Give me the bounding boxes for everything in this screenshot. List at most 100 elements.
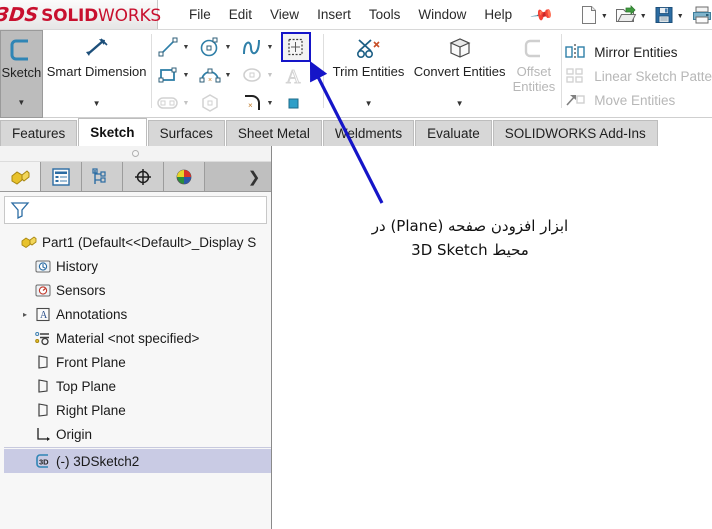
fillet-icon[interactable]: × — [239, 90, 265, 116]
tree-item-right-plane[interactable]: Right Plane — [4, 398, 271, 422]
move-entities-label: Move Entities — [594, 92, 676, 108]
convert-entities-caret[interactable]: ▼ — [456, 99, 464, 108]
material-icon — [32, 330, 53, 346]
3d-sketch-icon: 3D — [32, 453, 53, 469]
spline-icon[interactable] — [239, 34, 265, 60]
property-manager-icon — [52, 167, 70, 186]
sidebar-tab-configuration-manager[interactable] — [82, 162, 123, 191]
menu-window[interactable]: Window — [409, 4, 475, 25]
pin-icon[interactable]: 📌 — [530, 2, 556, 28]
convert-entities-icon — [447, 34, 473, 64]
plane-icon — [288, 38, 304, 56]
tree-item-3dsketch2[interactable]: 3D (-) 3DSketch2 — [4, 449, 271, 473]
open-document-button[interactable]: ▼ — [615, 4, 652, 25]
linear-sketch-pattern-label: Linear Sketch Patte — [594, 68, 712, 84]
new-document-button[interactable]: ▼ — [580, 5, 613, 25]
rectangle-caret[interactable]: ▼ — [182, 72, 189, 79]
point-tool[interactable] — [281, 89, 323, 117]
smart-dimension-caret[interactable]: ▼ — [93, 99, 101, 108]
text-tool: A — [281, 61, 323, 89]
logo-works: WORKS — [98, 5, 161, 26]
spline-tool[interactable]: ▼ — [239, 33, 281, 61]
arc-tool[interactable]: × ▼ — [197, 61, 239, 89]
sidebar-tab-dimxpert-manager[interactable] — [123, 162, 164, 191]
mirror-entities-label: Mirror Entities — [594, 44, 678, 60]
smart-dimension-button[interactable]: Smart Dimension ▼ — [43, 30, 151, 118]
tree-item-annotations-label: Annotations — [56, 306, 128, 322]
tab-evaluate[interactable]: Evaluate — [415, 120, 492, 146]
text-icon: A — [281, 62, 307, 88]
save-icon — [655, 6, 673, 23]
panel-splitter-handle[interactable] — [0, 146, 271, 162]
tree-item-material[interactable]: Material <not specified> — [4, 326, 271, 350]
tab-weldments[interactable]: Weldments — [322, 120, 415, 146]
graphics-area[interactable] — [273, 146, 712, 529]
arc-icon[interactable]: × — [197, 62, 223, 88]
plane-tool-selection-highlight[interactable] — [281, 32, 312, 62]
convert-entities-button[interactable]: Convert Entities ▼ — [413, 30, 507, 118]
menu-insert[interactable]: Insert — [308, 4, 360, 25]
tree-item-history[interactable]: History — [4, 254, 271, 278]
tab-sheet-metal[interactable]: Sheet Metal — [225, 120, 322, 146]
tab-surfaces[interactable]: Surfaces — [147, 120, 225, 146]
menu-tools[interactable]: Tools — [360, 4, 410, 25]
trim-entities-caret[interactable]: ▼ — [365, 99, 373, 108]
tree-item-annotations[interactable]: ▸ A Annotations — [4, 302, 271, 326]
offset-entities-label-1: Offset — [516, 64, 552, 79]
sidebar-tab-feature-manager[interactable] — [0, 162, 41, 191]
annotations-expand-arrow[interactable]: ▸ — [18, 310, 32, 319]
quick-access-toolbar: ▼ ▼ ▼ — [580, 4, 712, 25]
tree-item-part1[interactable]: Part1 (Default<<Default>_Display S — [4, 230, 271, 254]
fillet-tool[interactable]: × ▼ — [239, 89, 281, 117]
tree-item-top-plane[interactable]: Top Plane — [4, 374, 271, 398]
tree-item-front-plane[interactable]: Front Plane — [4, 350, 271, 374]
line-icon[interactable] — [155, 34, 181, 60]
menu-file[interactable]: File — [180, 4, 220, 25]
tree-filter-box[interactable] — [4, 196, 267, 224]
menu-view[interactable]: View — [261, 4, 308, 25]
line-tool[interactable]: ▼ — [155, 33, 197, 61]
command-manager-tabs: Features Sketch Surfaces Sheet Metal Wel… — [0, 118, 712, 146]
annotation-line-1: ابزار افزودن صفحه (Plane) در — [371, 217, 569, 235]
tree-rollback-bar[interactable] — [4, 447, 271, 448]
arc-caret[interactable]: ▼ — [224, 72, 231, 79]
new-document-caret[interactable]: ▼ — [601, 13, 608, 20]
tab-sketch[interactable]: Sketch — [78, 118, 147, 146]
rectangle-icon[interactable] — [155, 62, 181, 88]
save-button[interactable]: ▼ — [654, 5, 689, 25]
circle-icon[interactable] — [197, 34, 223, 60]
expand-panel-button[interactable]: ❯ — [237, 162, 271, 191]
plane-tool[interactable] — [281, 32, 323, 62]
print-button[interactable]: ▼ — [691, 5, 712, 25]
tab-features[interactable]: Features — [0, 120, 78, 146]
mirror-entities-button[interactable]: Mirror Entities — [562, 40, 712, 64]
rectangle-tool[interactable]: ▼ — [155, 61, 197, 89]
circle-caret[interactable]: ▼ — [224, 44, 231, 51]
line-caret[interactable]: ▼ — [182, 44, 189, 51]
svg-text:A: A — [40, 310, 48, 321]
tree-item-origin[interactable]: Origin — [4, 422, 271, 446]
tree-item-sensors[interactable]: Sensors — [4, 278, 271, 302]
fillet-caret[interactable]: ▼ — [266, 100, 273, 107]
circle-tool[interactable]: ▼ — [197, 33, 239, 61]
menu-help[interactable]: Help — [475, 4, 521, 25]
sidebar-tab-display-manager[interactable] — [164, 162, 205, 191]
sketch-button[interactable]: Sketch ▼ — [0, 30, 43, 118]
save-caret[interactable]: ▼ — [677, 13, 684, 20]
polygon-tool — [197, 89, 239, 117]
trim-entities-button[interactable]: Trim Entities ▼ — [324, 30, 412, 118]
tab-solidworks-add-ins[interactable]: SOLIDWORKS Add-Ins — [492, 120, 658, 146]
open-document-caret[interactable]: ▼ — [640, 13, 647, 20]
point-icon[interactable] — [281, 90, 307, 116]
plane-tree-icon — [32, 354, 53, 370]
feature-manager-tree-icon — [11, 169, 30, 185]
dimxpert-manager-icon — [135, 168, 151, 185]
part-icon — [18, 234, 39, 250]
sketch-caret[interactable]: ▼ — [17, 98, 25, 107]
menu-edit[interactable]: Edit — [220, 4, 261, 25]
trim-entities-label: Trim Entities — [332, 64, 405, 79]
sidebar-tab-property-manager[interactable] — [41, 162, 82, 191]
open-document-icon — [615, 4, 637, 22]
offset-entities-label-2: Entities — [512, 79, 556, 94]
spline-caret[interactable]: ▼ — [266, 44, 273, 51]
